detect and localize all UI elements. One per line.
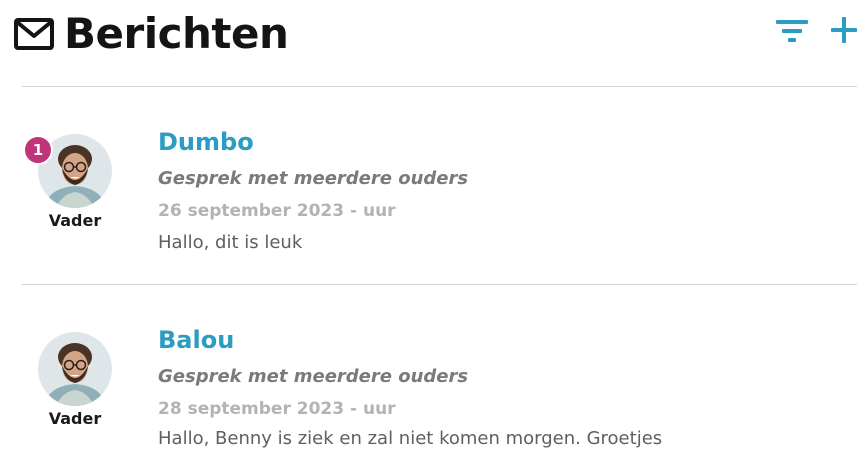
- conversation-item[interactable]: 1 Vader Dumbo Gesprek met meerdere ouder…: [0, 87, 857, 253]
- filter-button[interactable]: [772, 14, 812, 50]
- conversation-name: Balou: [158, 326, 235, 354]
- conversation-type: Gesprek met meerdere ouders: [158, 168, 469, 189]
- message-preview: Hallo, dit is leuk: [158, 232, 303, 253]
- plus-icon: [831, 17, 857, 43]
- message-preview: Hallo, Benny is ziek en zal niet komen m…: [158, 428, 663, 449]
- conversation-item[interactable]: Vader Balou Gesprek met meerdere ouders …: [0, 285, 857, 449]
- filter-icon: [776, 20, 808, 42]
- conversation-date: 28 september 2023 - uur: [158, 399, 396, 419]
- add-conversation-button[interactable]: [826, 12, 857, 48]
- page-header: Berichten: [0, 0, 857, 86]
- conversation-date: 26 september 2023 - uur: [158, 201, 396, 221]
- unread-badge: 1: [23, 135, 53, 165]
- conversation-type: Gesprek met meerdere ouders: [158, 366, 469, 387]
- role-label: Vader: [48, 409, 102, 428]
- mail-icon: [14, 18, 54, 50]
- role-label: Vader: [48, 211, 102, 230]
- page-title: Berichten: [64, 9, 289, 58]
- avatar: [38, 332, 112, 406]
- conversation-name: Dumbo: [158, 128, 254, 156]
